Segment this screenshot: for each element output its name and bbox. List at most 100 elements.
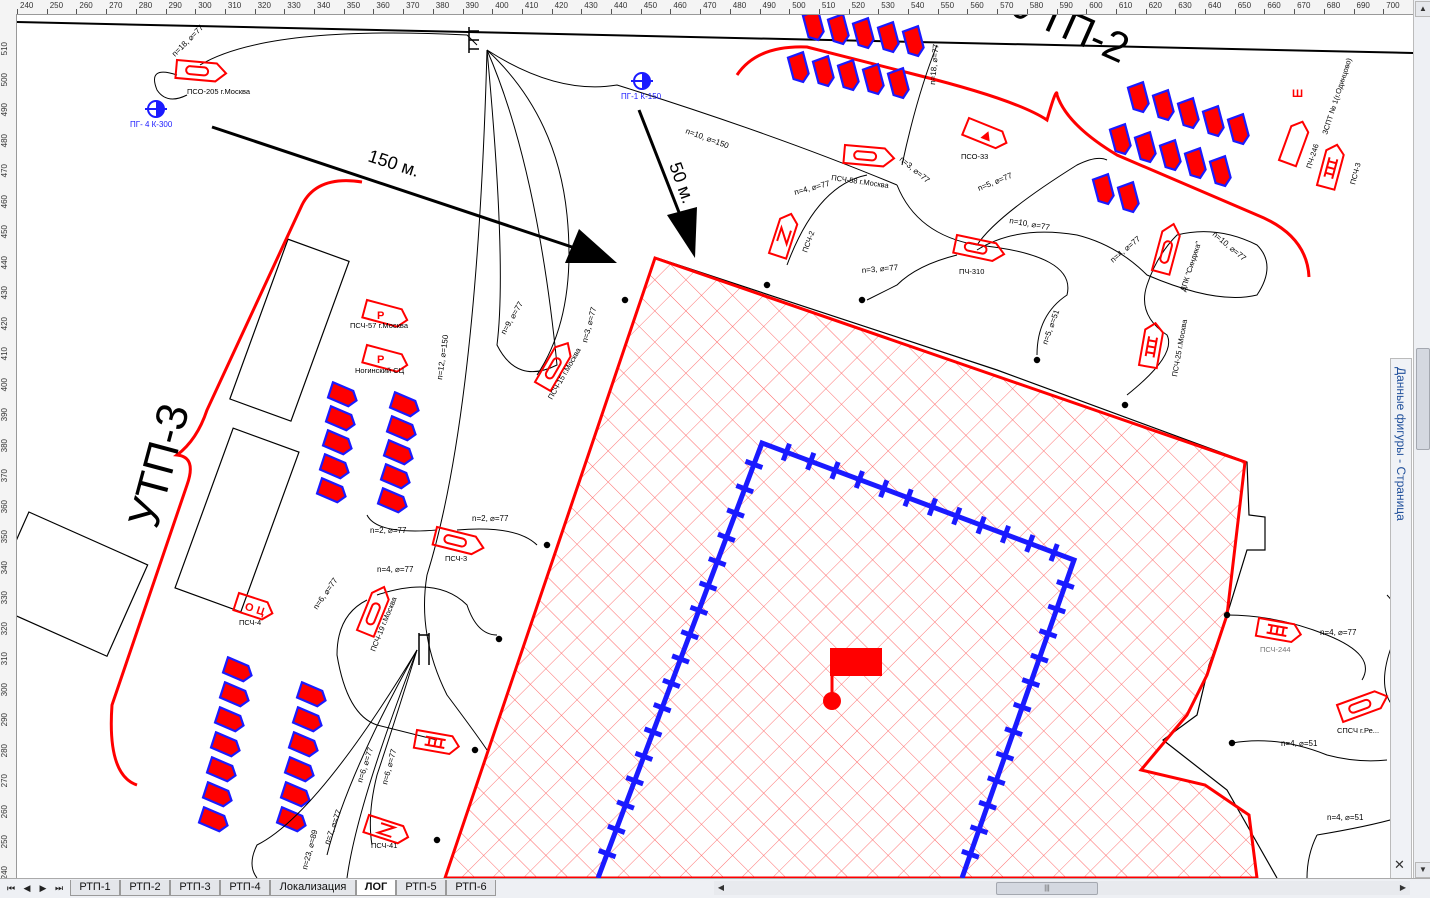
hose-label-h20: n=6, ⌀=77: [380, 747, 398, 785]
vertical-scrollbar[interactable]: ▲ ▼: [1413, 0, 1430, 878]
last-sheet-button[interactable]: ⏭: [52, 882, 66, 894]
tab-rtp6[interactable]: РТП-6: [446, 880, 496, 896]
drawing-canvas[interactable]: 150 м. 50 м. УТП-2 УТП-3 ПГ-1 К-150 ПГ- …: [17, 15, 1413, 878]
tab-log[interactable]: ЛОГ: [356, 880, 396, 896]
ruler-tick-label: 510: [821, 1, 836, 10]
ruler-tick: [284, 9, 286, 14]
hose-label-h22: n=23, ⌀=89: [300, 828, 319, 870]
ruler-tick-label: 300: [0, 682, 9, 696]
hose-label-h16: n=2, ⌀=77: [472, 514, 509, 523]
hose-label-h7: n=10, ⌀=77: [1009, 216, 1051, 232]
next-sheet-button[interactable]: ▶: [36, 882, 50, 894]
ruler-tick-label: 360: [376, 1, 390, 10]
ruler-tick: [403, 9, 405, 14]
ruler-tick-label: 290: [0, 713, 9, 727]
ruler-tick: [1234, 9, 1236, 14]
scroll-down-button[interactable]: ▼: [1415, 862, 1430, 878]
ruler-tick-label: 640: [1208, 1, 1222, 10]
scroll-up-button[interactable]: ▲: [1415, 1, 1430, 17]
tab-localization[interactable]: Локализация: [270, 880, 356, 896]
ruler-tick-label: 270: [109, 1, 123, 10]
ruler-tick-label: 320: [257, 1, 271, 10]
ruler-tick-label: 590: [1059, 1, 1073, 10]
ruler-tick-label: 280: [0, 743, 9, 757]
ruler-tick-label: 310: [0, 652, 9, 666]
ruler-tick: [1264, 9, 1266, 14]
ruler-tick-label: 490: [0, 103, 9, 117]
ruler-tick-label: 380: [435, 1, 450, 10]
horizontal-scroll-thumb[interactable]: |||: [996, 882, 1098, 895]
fire-zone[interactable]: [443, 256, 1259, 878]
ruler-tick-label: 580: [1029, 1, 1044, 10]
ruler-tick: [878, 9, 880, 14]
hose-label-h18: n=6, ⌀=77: [311, 576, 340, 611]
ruler-tick-label: 370: [0, 469, 9, 483]
close-icon[interactable]: ✕: [1394, 857, 1405, 873]
ruler-tick-label: 520: [851, 1, 865, 10]
utp3-label: УТП-3: [119, 399, 199, 533]
road-line: [17, 21, 1413, 54]
tab-rtp4[interactable]: РТП-4: [220, 880, 270, 896]
label-pso205: ПСО-205 г.Москва: [187, 87, 251, 96]
ruler-tick-label: 460: [673, 1, 687, 10]
ruler-tick: [611, 9, 612, 14]
ruler-tick-label: 250: [0, 835, 9, 849]
hose-label-h11: n=5, ⌀=51: [1040, 308, 1061, 346]
hose-label-h15: n=2, ⌀=77: [370, 526, 407, 535]
hydrant-pg1-icon: [631, 72, 653, 90]
ruler-tick-label: 270: [0, 774, 9, 788]
horizontal-scrollbar[interactable]: ◀ ||| ▶: [714, 881, 1410, 895]
sheet-tab-bar: ⏮ ◀ ▶ ⏭ РТП-1 РТП-2 РТП-3 РТП-4 Локализа…: [0, 878, 1430, 898]
ruler-tick: [908, 9, 909, 14]
ruler-tick-label: 680: [1326, 1, 1341, 10]
ruler-tick: [1205, 9, 1206, 14]
ruler-tick: [759, 9, 761, 14]
shape-data-panel[interactable]: Данные фигуры - Страница ✕: [1390, 358, 1412, 880]
ruler-tick: [997, 9, 999, 14]
ruler-tick-label: 620: [1148, 1, 1162, 10]
ruler-tick-label: 260: [0, 804, 9, 818]
ruler-tick-label: 350: [0, 530, 9, 544]
distance-150-label: 150 м.: [366, 146, 422, 181]
ruler-tick-label: 540: [911, 1, 925, 10]
unit-letter-sh: Ш: [1292, 88, 1303, 100]
ruler-tick: [700, 9, 702, 14]
first-sheet-button[interactable]: ⏮: [4, 882, 18, 894]
svg-text:Ц: Ц: [255, 605, 266, 619]
ruler-tick: [165, 9, 167, 14]
ruler-tick: [76, 9, 78, 14]
scroll-left-button[interactable]: ◀: [714, 881, 728, 895]
scroll-right-button[interactable]: ▶: [1396, 881, 1410, 895]
ruler-tick-label: 250: [49, 1, 64, 10]
ruler-tick: [521, 9, 523, 14]
ruler-tick-label: 310: [227, 1, 242, 10]
ruler-tick-label: 440: [0, 255, 9, 269]
hydrant-pg4-label: ПГ- 4 К-300: [130, 120, 173, 129]
hose-label-h1: n=18, ⌀=77: [170, 23, 206, 59]
ruler-tick-label: 500: [792, 1, 806, 10]
tab-rtp2[interactable]: РТП-2: [120, 880, 170, 896]
tab-rtp1[interactable]: РТП-1: [70, 880, 120, 896]
ruler-tick-label: 400: [495, 1, 509, 10]
ruler-tick-label: 440: [614, 1, 628, 10]
truck-group-utp3-a: [315, 381, 423, 516]
ruler-tick: [1294, 9, 1296, 14]
label-noginsk: Ногинский СЦ: [355, 366, 405, 375]
unit-letter-r2: Р: [377, 354, 384, 366]
hose-label-h14: n=12, ⌀=150: [435, 334, 450, 381]
ruler-tick-label: 260: [79, 1, 93, 10]
ruler-tick-label: 300: [198, 1, 212, 10]
ruler-tick-label: 530: [881, 1, 895, 10]
vertical-scroll-thumb[interactable]: [1416, 348, 1430, 450]
ruler-tick-label: 650: [1237, 1, 1252, 10]
prev-sheet-button[interactable]: ◀: [20, 882, 34, 894]
tab-rtp5[interactable]: РТП-5: [396, 880, 446, 896]
ruler-tick: [937, 9, 939, 14]
ruler-tick-label: 360: [0, 499, 9, 513]
ruler-tick: [224, 9, 226, 14]
label-zspt: ЗСПТ № 1(г.Одинцово): [1320, 56, 1353, 135]
tab-rtp3[interactable]: РТП-3: [170, 880, 220, 896]
hose-label-h3: n=10, ⌀=150: [684, 126, 730, 150]
hose-label-h23: n=4, ⌀=77: [1320, 628, 1357, 637]
label-psch3-right: ПСЧ-3: [1348, 162, 1362, 186]
